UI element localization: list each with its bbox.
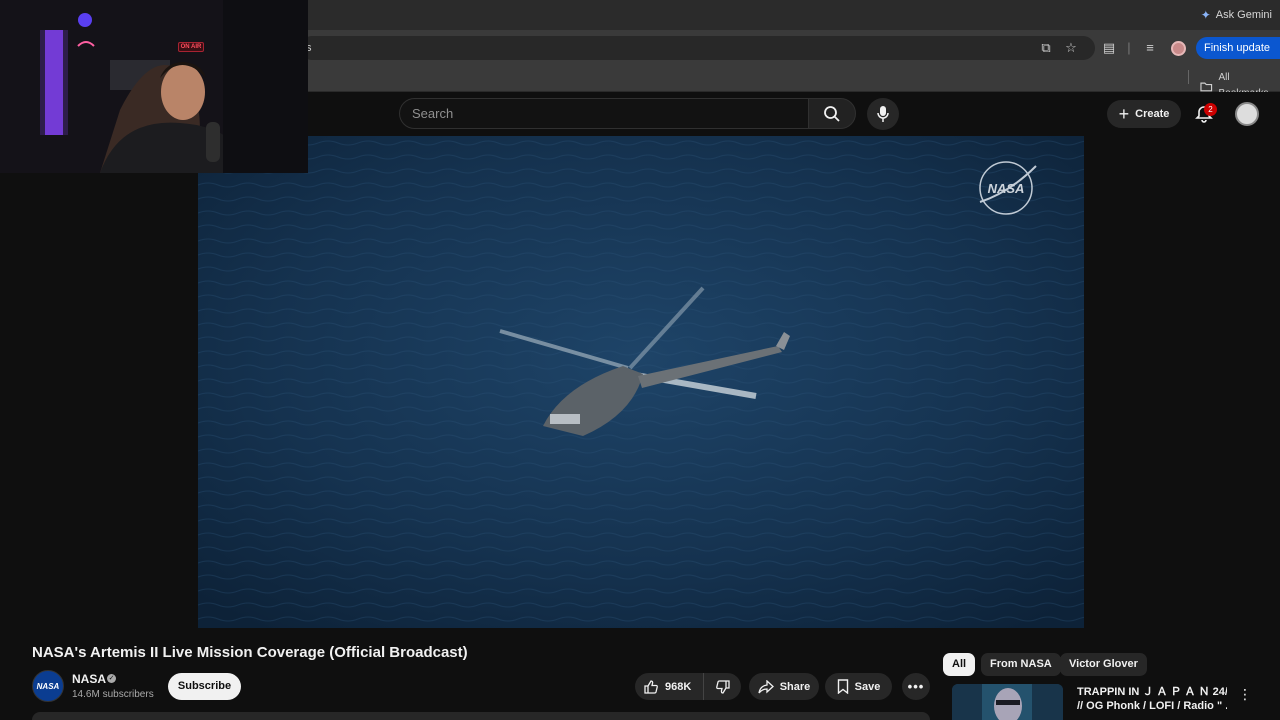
recommendation-menu-icon[interactable]: ⋮ (1238, 686, 1252, 702)
recommendation-title-line-1: TRAPPIN IN Ｊ Ａ Ｐ Ａ Ｎ 24/7 (1077, 686, 1227, 698)
like-button[interactable]: 968K (635, 673, 704, 700)
bookmarks-divider (1188, 70, 1189, 84)
description-box[interactable] (32, 712, 930, 720)
verified-check-icon: ✓ (107, 674, 116, 683)
subscriber-count: 14.6M subscribers (72, 689, 154, 700)
chip-all[interactable]: All (943, 653, 976, 676)
finish-update-button[interactable]: Finish update ⋮ (1196, 37, 1280, 59)
tab-search-icon[interactable]: ≡ (1142, 40, 1158, 56)
notification-count-badge: 2 (1204, 103, 1217, 116)
search-input[interactable] (412, 99, 802, 128)
share-label: Share (779, 680, 811, 693)
search-button[interactable] (808, 98, 856, 129)
save-button[interactable]: Save (825, 673, 892, 700)
webcam-frame (0, 0, 308, 173)
like-dislike-group: 968K (635, 673, 741, 700)
create-label: Create (1135, 108, 1170, 120)
video-player[interactable]: NASA (198, 136, 1084, 628)
search-box (399, 98, 808, 129)
video-frame: NASA (198, 136, 1084, 628)
channel-name[interactable]: NASA (72, 672, 106, 686)
save-label: Save (854, 680, 881, 693)
channel-avatar[interactable]: NASA (32, 670, 64, 702)
recommendation-title-line-2: // OG Phonk / LOFI / Radio " ... (1077, 700, 1227, 712)
bookmark-icon (837, 679, 848, 694)
share-icon (758, 679, 774, 693)
video-title: NASA's Artemis II Live Mission Coverage … (32, 644, 468, 661)
more-horizontal-icon: ••• (907, 679, 925, 694)
search-icon (824, 105, 840, 122)
recommendation-thumbnail[interactable] (952, 684, 1063, 720)
microphone-icon (877, 106, 889, 122)
ask-gemini-button[interactable]: ✦ Ask Gemini (1193, 5, 1280, 25)
install-app-icon[interactable]: ⧉ (1038, 40, 1054, 56)
on-air-sign: ON AIR (178, 42, 204, 52)
share-button[interactable]: Share (749, 673, 819, 700)
folder-icon (1200, 82, 1213, 91)
thumbnail-image (952, 684, 1063, 720)
gemini-sparkle-icon: ✦ (1200, 8, 1211, 22)
browser-profile-avatar[interactable] (1171, 41, 1186, 56)
subscribe-button[interactable]: Subscribe (168, 673, 241, 700)
channel-avatar-text: NASA (36, 681, 60, 691)
chip-victor-glover[interactable]: Victor Glover (1060, 653, 1147, 676)
dislike-button[interactable] (704, 673, 741, 700)
thumbs-up-icon (644, 679, 658, 694)
reading-mode-icon[interactable]: ▤ (1101, 40, 1117, 56)
finish-update-label: Finish update (1204, 42, 1271, 54)
ask-gemini-label: Ask Gemini (1215, 9, 1272, 21)
like-count: 968K (665, 680, 692, 693)
bookmark-star-icon[interactable]: ☆ (1063, 40, 1079, 56)
more-actions-button[interactable]: ••• (902, 673, 930, 700)
nasa-watermark-text: NASA (988, 181, 1025, 196)
create-button[interactable]: + Create (1107, 100, 1181, 128)
chip-from-nasa[interactable]: From NASA (981, 653, 1061, 676)
plus-icon: + (1118, 104, 1130, 124)
address-bar[interactable]: s (300, 36, 1095, 60)
toolbar-divider: | (1127, 40, 1131, 55)
thumbs-down-icon (715, 679, 730, 694)
streamer-webcam: ON AIR (0, 0, 308, 173)
account-avatar[interactable] (1235, 102, 1259, 126)
voice-search-button[interactable] (867, 98, 899, 130)
recommendation-title[interactable]: TRAPPIN IN Ｊ Ａ Ｐ Ａ Ｎ 24/7 // OG Phonk / … (1077, 685, 1227, 713)
